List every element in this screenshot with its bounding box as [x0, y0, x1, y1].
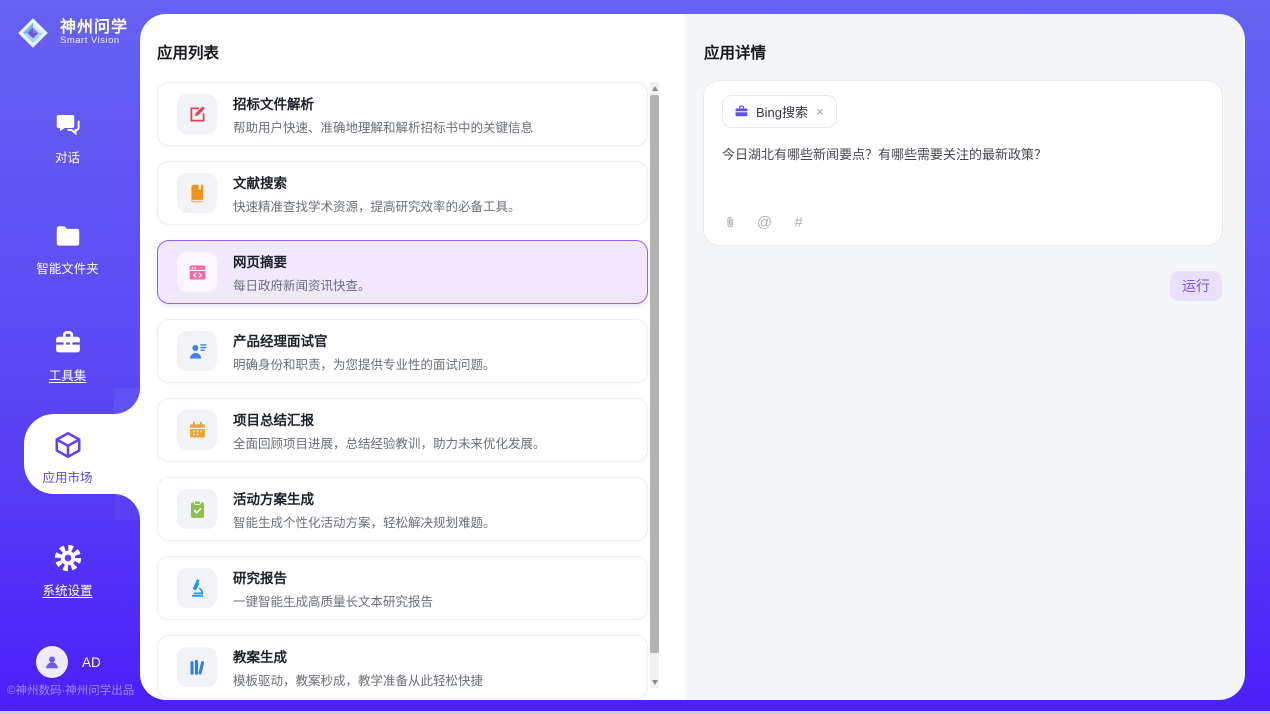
app-card[interactable]: 活动方案生成智能生成个性化活动方案，轻松解决规划难题。 [157, 477, 648, 541]
person-icon [42, 652, 62, 672]
user-initials: AD [82, 655, 101, 670]
cube-icon [53, 430, 83, 460]
gear-icon [53, 543, 83, 573]
attachment-toolbar: @ # [722, 214, 807, 231]
paperclip-icon[interactable] [722, 214, 739, 231]
app-list-title: 应用列表 [157, 41, 219, 63]
app-card[interactable]: 项目总结汇报全面回顾项目进展，总结经验教训，助力未来优化发展。 [157, 398, 648, 462]
app-card[interactable]: 网页摘要每日政府新闻资讯快查。 [157, 240, 648, 304]
hash-icon[interactable]: # [790, 214, 807, 231]
clipboard-check-icon [177, 489, 217, 529]
app-card-title: 活动方案生成 [233, 488, 496, 508]
gem-logo-icon [14, 14, 52, 52]
browser-code-icon [177, 252, 217, 292]
brand-name: 神州问学 [60, 20, 128, 37]
sidebar-item-tools[interactable]: 工具集 [0, 328, 135, 384]
app-card-description: 一键智能生成高质量长文本研究报告 [233, 591, 433, 610]
app-card-title: 项目总结汇报 [233, 409, 546, 429]
app-card-title: 产品经理面试官 [233, 330, 496, 350]
toolbox-icon [53, 328, 83, 358]
sidebar-item-label: 工具集 [49, 365, 87, 384]
sidebar-item-label: 智能文件夹 [36, 258, 99, 277]
pen-square-icon [177, 94, 217, 134]
app-card-title: 招标文件解析 [233, 93, 533, 113]
scroll-down-button[interactable] [650, 676, 659, 688]
scrollbar[interactable] [650, 82, 659, 688]
app-card-description: 快速精准查找学术资源，提高研究效率的必备工具。 [233, 196, 521, 215]
app-card-description: 每日政府新闻资讯快查。 [233, 275, 371, 294]
app-card-title: 网页摘要 [233, 251, 371, 271]
prompt-input[interactable]: 今日湖北有哪些新闻要点？有哪些需要关注的最新政策？ [722, 145, 1204, 189]
avatar[interactable] [36, 646, 68, 678]
app-list: 招标文件解析帮助用户快速、准确地理解和解析招标书中的关键信息文献搜索快速精准查找… [157, 82, 648, 700]
app-detail-panel: 应用详情 Bing搜索 × 今日湖北有哪些新闻要点？有哪些需要关注的最新政策？ … [685, 14, 1245, 700]
app-card-description: 全面回顾项目进展，总结经验教训，助力未来优化发展。 [233, 433, 546, 452]
sidebar: 神州问学 Smart Vision 对话智能文件夹工具集应用市场系统设置 AD … [0, 0, 140, 714]
run-button[interactable]: 运行 [1170, 271, 1222, 301]
app-card-description: 智能生成个性化活动方案，轻松解决规划难题。 [233, 512, 496, 531]
user-account[interactable]: AD [36, 646, 101, 678]
app-card-description: 明确身份和职责，为您提供专业性的面试问题。 [233, 354, 496, 373]
app-list-panel: 应用列表 招标文件解析帮助用户快速、准确地理解和解析招标书中的关键信息文献搜索快… [140, 14, 685, 700]
tool-tag-label: Bing搜索 [756, 102, 808, 121]
briefcase-icon [734, 104, 749, 119]
main-content: 应用列表 招标文件解析帮助用户快速、准确地理解和解析招标书中的关键信息文献搜索快… [140, 14, 1245, 700]
app-card-title: 文献搜索 [233, 172, 521, 192]
app-card[interactable]: 招标文件解析帮助用户快速、准确地理解和解析招标书中的关键信息 [157, 82, 648, 146]
folder-icon [53, 221, 83, 251]
tool-tag-close-icon[interactable]: × [815, 105, 825, 118]
app-card[interactable]: 研究报告一键智能生成高质量长文本研究报告 [157, 556, 648, 620]
active-tab-notch-top [114, 388, 140, 414]
sidebar-item-label: 系统设置 [42, 580, 92, 599]
sidebar-item-folders[interactable]: 智能文件夹 [0, 221, 135, 277]
sidebar-item-label: 对话 [55, 147, 80, 166]
app-card[interactable]: 文献搜索快速精准查找学术资源，提高研究效率的必备工具。 [157, 161, 648, 225]
microscope-icon [177, 568, 217, 608]
sidebar-item-market[interactable]: 应用市场 [0, 430, 135, 486]
app-card[interactable]: 教案生成模板驱动，教案秒成，教学准备从此轻松快捷 [157, 635, 648, 699]
brand-logo: 神州问学 Smart Vision [14, 14, 128, 52]
copyright-text: ©神州数码·神州问学出品 [7, 682, 134, 698]
app-card-title: 教案生成 [233, 646, 483, 666]
app-card-description: 帮助用户快速、准确地理解和解析招标书中的关键信息 [233, 117, 533, 136]
book-icon [177, 173, 217, 213]
at-icon[interactable]: @ [756, 214, 773, 231]
sidebar-item-label: 应用市场 [42, 467, 92, 486]
prompt-card: Bing搜索 × 今日湖北有哪些新闻要点？有哪些需要关注的最新政策？ @ # [703, 80, 1223, 246]
scrollbar-thumb[interactable] [650, 95, 659, 653]
app-card-description: 模板驱动，教案秒成，教学准备从此轻松快捷 [233, 670, 483, 689]
tool-tag-bing[interactable]: Bing搜索 × [722, 95, 837, 128]
sidebar-item-chat[interactable]: 对话 [0, 110, 135, 166]
app-card[interactable]: 产品经理面试官明确身份和职责，为您提供专业性的面试问题。 [157, 319, 648, 383]
calendar-icon [177, 410, 217, 450]
active-tab-notch-bottom [114, 494, 140, 520]
person-chart-icon [177, 331, 217, 371]
app-card-title: 研究报告 [233, 567, 433, 587]
brand-tagline: Smart Vision [60, 36, 128, 46]
sidebar-item-settings[interactable]: 系统设置 [0, 543, 135, 599]
chat-icon [53, 110, 83, 140]
scroll-up-button[interactable] [650, 82, 659, 94]
books-icon [177, 647, 217, 687]
app-detail-title: 应用详情 [704, 41, 766, 63]
